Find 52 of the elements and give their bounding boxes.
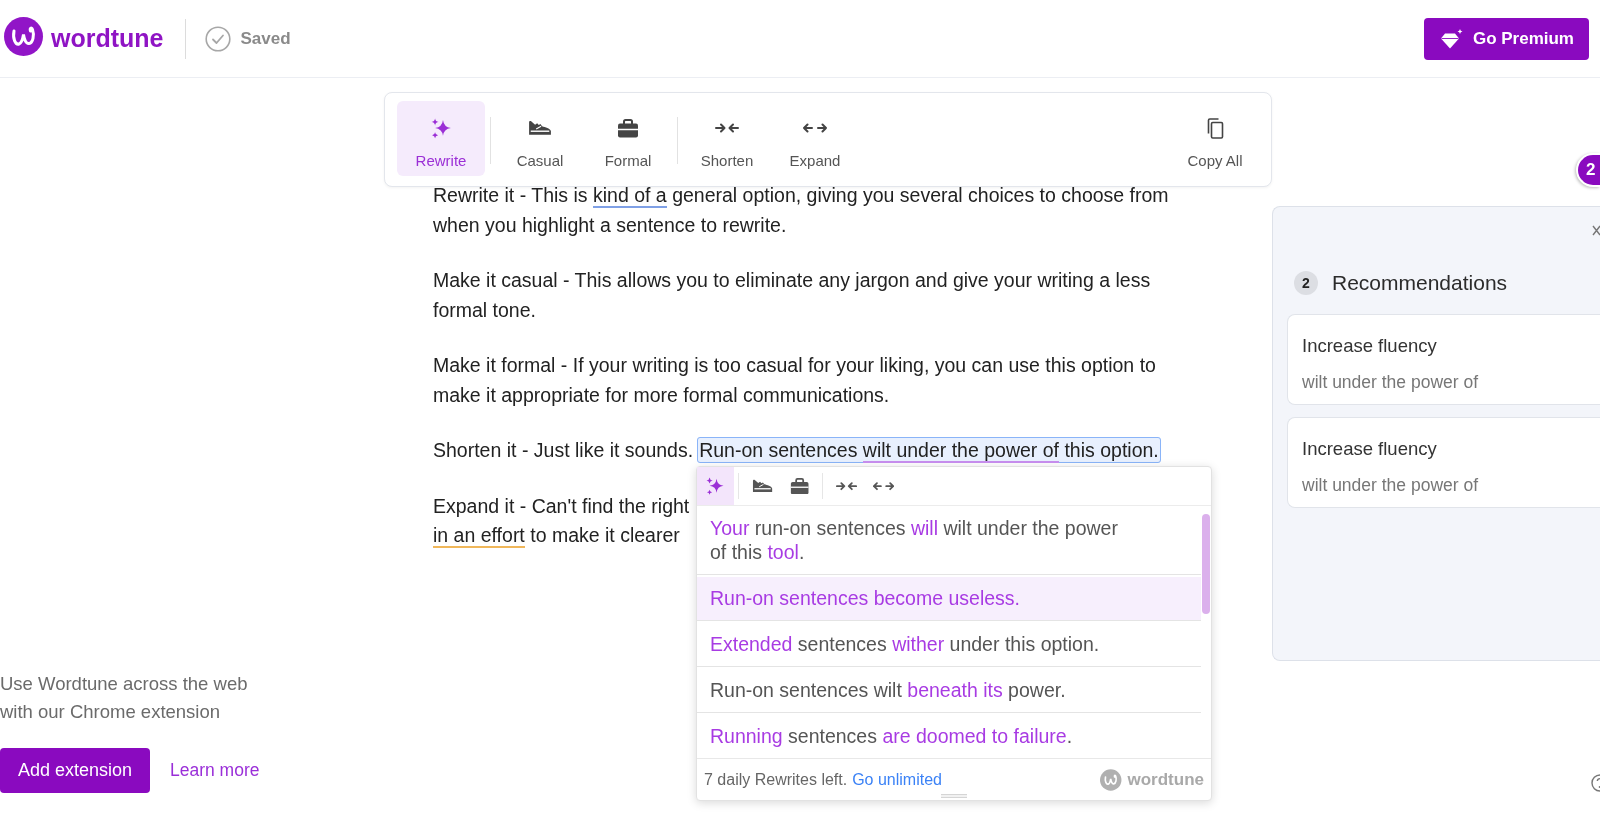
brand-name: wordtune: [1127, 769, 1204, 790]
briefcase-icon: [789, 477, 810, 495]
formal-button[interactable]: Formal: [584, 101, 672, 176]
briefcase-icon: [617, 118, 639, 138]
diamond-icon: [1440, 28, 1463, 49]
logo-icon: [1099, 768, 1122, 791]
arrows-inward-icon: [715, 121, 739, 135]
suggestion-item[interactable]: Extended sentences wither under this option.: [697, 623, 1201, 667]
drag-handle[interactable]: [941, 794, 967, 798]
promo-text: Use Wordtune across the web with our Chrome extension: [0, 672, 249, 724]
close-icon[interactable]: [1592, 225, 1600, 236]
suggestion-item[interactable]: Run-on sentences become useless.: [697, 577, 1201, 621]
paragraph: Expand it - Can't find the right in an effort to make it clearer: [433, 493, 690, 550]
shorten-button[interactable]: Shorten: [683, 101, 771, 176]
card-detail: wilt under the power of: [1302, 371, 1480, 393]
go-unlimited-link[interactable]: Go unlimited: [852, 770, 942, 789]
rewrite-button[interactable]: Rewrite: [397, 101, 485, 176]
sneaker-icon: [751, 478, 774, 494]
sentence: Shorten it - Just like it sounds.: [433, 439, 694, 461]
sneaker-icon: [528, 119, 552, 137]
brand-name: wordtune: [51, 24, 164, 53]
arrows-outward-icon: [803, 121, 827, 135]
help-icon[interactable]: [1590, 774, 1600, 792]
notification-badge[interactable]: 2: [1576, 153, 1600, 187]
rewrite-button[interactable]: [697, 467, 734, 505]
panel-title: Recommendations: [1332, 271, 1508, 295]
paragraph: Make it casual - This allows you to eliminate any jargon and give your writing a less formal tone.: [433, 268, 1151, 323]
sparkle-icon: [706, 476, 725, 496]
recommendation-card[interactable]: Increase fluency wilt under the power of: [1287, 314, 1600, 405]
expand-button[interactable]: Expand: [771, 101, 859, 176]
count-badge: 2: [1294, 271, 1318, 295]
save-status: Saved: [240, 28, 291, 49]
arrows-inward-icon: [835, 479, 858, 493]
suggestion-item[interactable]: Run-on sentences wilt beneath its power.: [697, 669, 1201, 713]
recommendation-card[interactable]: Increase fluency wilt under the power of: [1287, 417, 1600, 508]
casual-button[interactable]: Casual: [496, 101, 584, 176]
card-title: Increase fluency: [1302, 335, 1438, 357]
suggestion-item[interactable]: Your run-on sentences will wilt under the power of this tool.: [697, 507, 1201, 575]
selected-sentence: Run-on sentences wilt under the power of this option.: [697, 437, 1161, 463]
copy-all-button[interactable]: Copy All: [1171, 101, 1259, 176]
learn-more-link[interactable]: Learn more: [170, 760, 260, 781]
arrows-outward-icon: [872, 479, 895, 493]
scrollbar-thumb[interactable]: [1202, 514, 1210, 614]
card-title: Increase fluency: [1302, 438, 1438, 460]
rewrites-left-note: 7 daily Rewrites left.: [704, 770, 848, 789]
card-detail: wilt under the power of: [1302, 474, 1480, 496]
check-circle-icon: [204, 25, 231, 52]
add-extension-button[interactable]: Add extension: [0, 748, 150, 793]
sparkle-icon: [430, 117, 452, 139]
paragraph: Make it formal - If your writing is too casual for your liking, you can use this option to make it appropriate for more formal communications.: [433, 353, 1156, 408]
premium-button[interactable]: Go Premium: [1423, 17, 1589, 60]
copy-icon: [1206, 117, 1224, 139]
